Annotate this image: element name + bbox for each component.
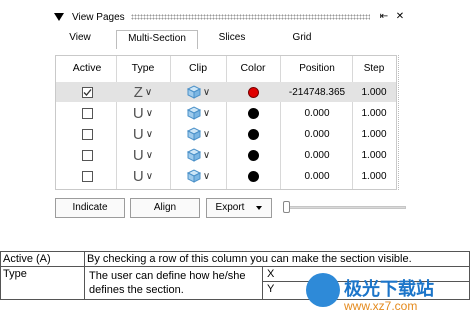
param-description: By checking a row of this column you can… [84,251,470,267]
tab-grid[interactable]: Grid [282,30,322,48]
vertical-scrollbar[interactable] [398,55,408,190]
watermark-brand: 极光下载站 [344,279,434,299]
slider-track[interactable] [288,206,406,209]
grid-header-row: Active Type Clip Color Position Step [56,58,396,78]
chevron-down-icon: ∨ [145,170,154,182]
collapse-triangle-icon[interactable] [52,10,66,24]
column-header-clip[interactable]: Clip [172,58,224,78]
pin-icon[interactable]: ⇤ [378,11,390,23]
color-dot [247,170,259,182]
cube-icon [186,148,201,162]
active-checkbox[interactable] [81,128,93,140]
active-checkbox[interactable] [81,107,93,119]
table-row: Active (A) By checking a row of this col… [0,251,470,267]
tab-slices[interactable]: Slices [210,30,254,48]
clip-dropdown[interactable]: ∨ [172,166,224,186]
tab-multi-section[interactable]: Multi-Section [116,30,198,49]
position-value[interactable]: 0.000 [282,166,352,186]
type-dropdown[interactable]: U ∨ [118,145,168,165]
slider-thumb[interactable] [283,201,290,213]
chevron-down-icon: ∨ [202,107,211,119]
table-row[interactable]: U ∨ ∨ 0.000 1.000 [56,124,396,144]
color-swatch[interactable] [228,82,278,102]
column-header-color[interactable]: Color [228,58,278,78]
panel-title: View Pages [72,11,125,23]
type-dropdown[interactable]: U ∨ [118,103,168,123]
section-grid: Active Type Clip Color Position Step Z ∨ … [55,55,397,190]
table-row[interactable]: U ∨ ∨ 0.000 1.000 [56,145,396,165]
export-button[interactable]: Export [206,198,272,218]
column-header-active[interactable]: Active [60,58,114,78]
active-checkbox[interactable] [81,170,93,182]
watermark: 极光下载站 www.xz7.com [300,271,473,325]
color-swatch[interactable] [228,145,278,165]
chevron-down-icon: ∨ [145,107,154,119]
table-row[interactable]: U ∨ ∨ 0.000 1.000 [56,166,396,186]
clip-dropdown[interactable]: ∨ [172,145,224,165]
chevron-down-icon: ∨ [202,149,211,161]
cube-icon [186,106,201,120]
type-dropdown[interactable]: U ∨ [118,166,168,186]
chevron-down-icon: ∨ [202,170,211,182]
color-dot [247,128,259,140]
step-value[interactable]: 1.000 [354,145,394,165]
chevron-down-icon: ∨ [145,128,154,140]
clip-dropdown[interactable]: ∨ [172,82,224,102]
color-dot [247,149,259,161]
cube-icon [186,127,201,141]
param-name: Active (A) [0,251,85,267]
tab-bar: View Multi-Section Slices Grid [50,30,410,50]
align-button[interactable]: Align [130,198,200,218]
tab-view[interactable]: View [60,30,100,48]
drag-grip[interactable] [130,14,370,20]
step-value[interactable]: 1.000 [354,124,394,144]
position-value[interactable]: 0.000 [282,103,352,123]
color-dot [247,86,259,98]
indicate-button[interactable]: Indicate [55,198,125,218]
column-header-position[interactable]: Position [282,58,352,78]
step-value[interactable]: 1.000 [354,82,394,102]
chevron-down-icon: ∨ [144,86,153,98]
position-value[interactable]: 0.000 [282,145,352,165]
position-value[interactable]: -214748.365 [282,82,352,102]
param-description: The user can define how he/she defines t… [85,267,263,299]
chevron-down-icon: ∨ [145,149,154,161]
cube-icon [186,85,201,99]
chevron-down-icon: ∨ [202,128,211,140]
color-swatch[interactable] [228,103,278,123]
type-dropdown[interactable]: Z ∨ [118,82,168,102]
clip-dropdown[interactable]: ∨ [172,124,224,144]
cube-icon [186,169,201,183]
clip-dropdown[interactable]: ∨ [172,103,224,123]
view-pages-panel: View Pages ⇤ ✕ View Multi-Section Slices… [50,8,410,223]
position-value[interactable]: 0.000 [282,124,352,144]
watermark-url: www.xz7.com [344,299,418,313]
color-dot [247,107,259,119]
export-label: Export [215,202,245,213]
table-row[interactable]: Z ∨ ∨ -214748.365 1.000 [56,82,396,102]
dropdown-arrow-icon [256,199,263,217]
column-header-type[interactable]: Type [118,58,168,78]
type-dropdown[interactable]: U ∨ [118,124,168,144]
watermark-logo-icon [306,273,340,307]
active-checkbox[interactable] [81,149,93,161]
color-swatch[interactable] [228,124,278,144]
color-swatch[interactable] [228,166,278,186]
column-header-step[interactable]: Step [354,58,394,78]
close-icon[interactable]: ✕ [394,11,406,23]
step-value[interactable]: 1.000 [354,103,394,123]
chevron-down-icon: ∨ [202,86,211,98]
panel-titlebar: View Pages ⇤ ✕ [50,8,410,26]
table-row[interactable]: U ∨ ∨ 0.000 1.000 [56,103,396,123]
step-value[interactable]: 1.000 [354,166,394,186]
param-name: Type [0,266,85,300]
active-checkbox[interactable] [81,86,93,98]
